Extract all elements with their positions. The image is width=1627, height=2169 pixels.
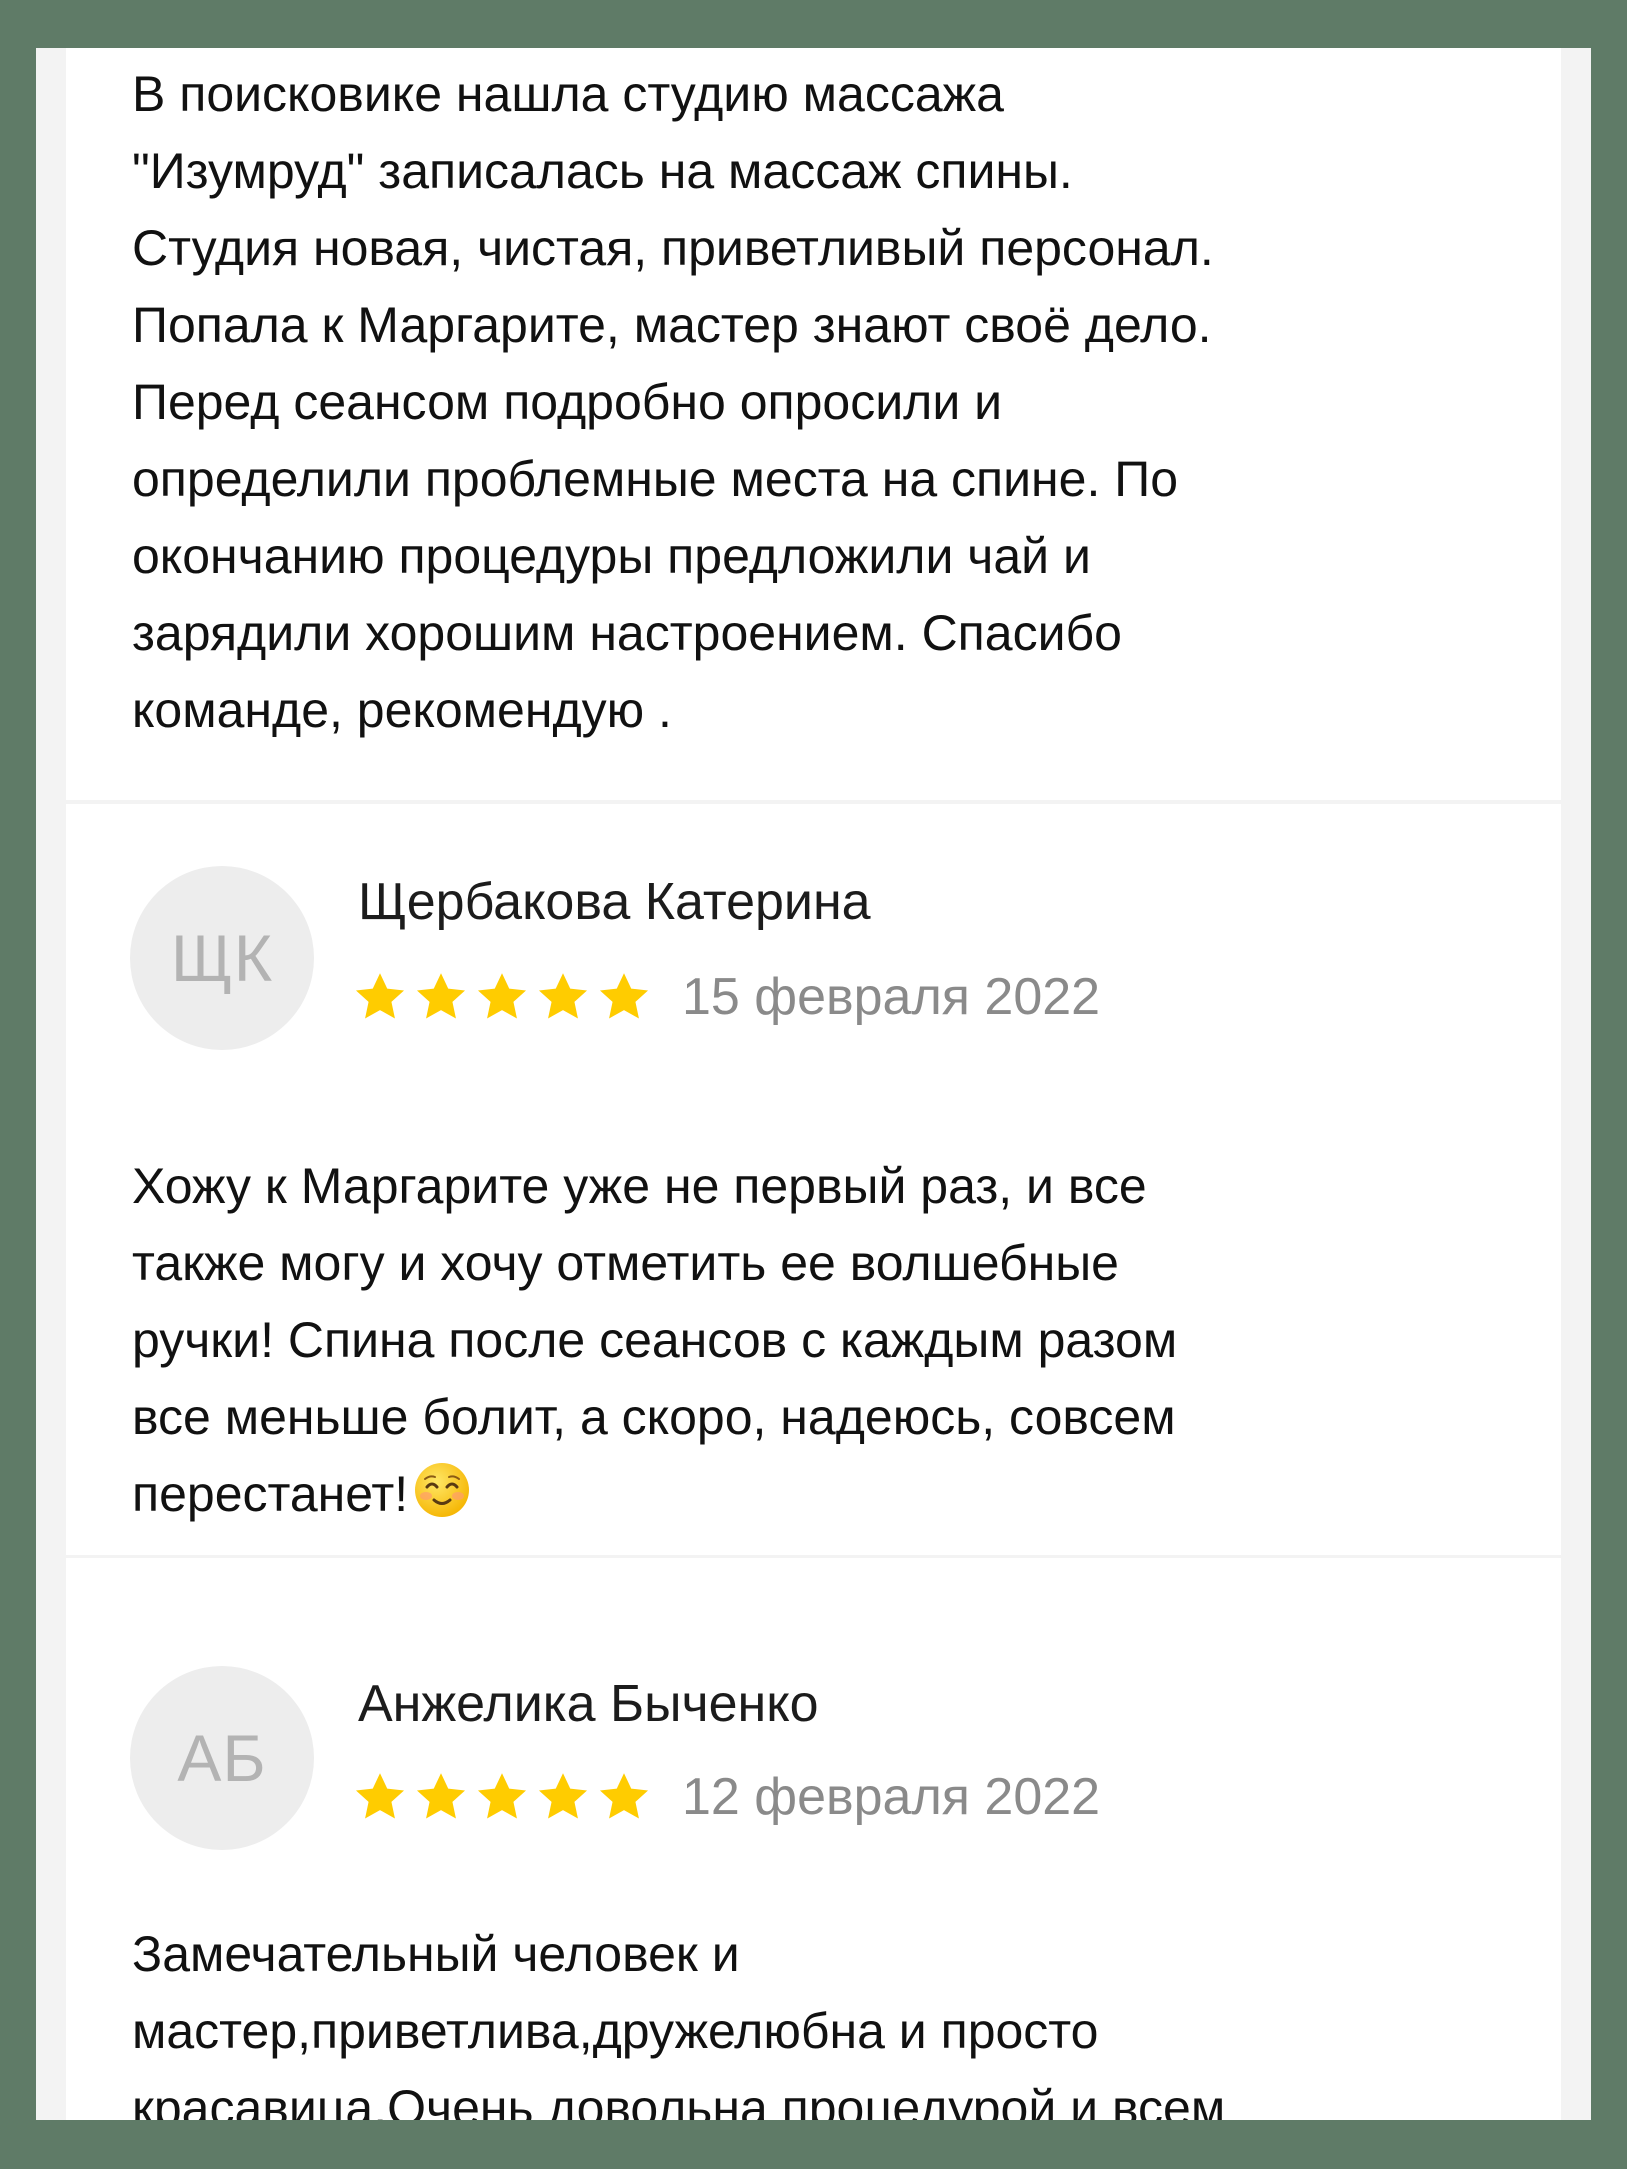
avatar-initials: АБ <box>177 1721 267 1795</box>
star-icon <box>599 973 649 1019</box>
avatar-initials: ЩК <box>170 921 274 995</box>
review-card: АБ Анжелика Быченко 12 февраля 2022 Заме… <box>66 1558 1561 2120</box>
review-author[interactable]: Анжелика Быченко <box>358 1674 819 1734</box>
star-icon <box>416 973 466 1019</box>
review-author[interactable]: Щербакова Катерина <box>358 872 871 932</box>
star-icon <box>538 1773 588 1819</box>
review-card: В поисковике нашла студию массажа "Изумр… <box>66 48 1561 800</box>
review-date: 12 февраля 2022 <box>682 1768 1101 1826</box>
reviews-list[interactable]: В поисковике нашла студию массажа "Изумр… <box>36 48 1591 2120</box>
review-date: 15 февраля 2022 <box>682 968 1101 1026</box>
review-meta: 12 февраля 2022 <box>352 1762 1100 1832</box>
review-text-body: Хожу к Маргарите уже не первый раз, и вс… <box>132 1158 1178 1522</box>
review-text: Хожу к Маргарите уже не первый раз, и вс… <box>132 1148 1552 1542</box>
star-rating <box>352 969 652 1025</box>
avatar[interactable]: ЩК <box>130 866 314 1050</box>
star-icon <box>477 973 527 1019</box>
smiling-face-icon <box>412 1460 472 1542</box>
star-icon <box>355 1773 405 1819</box>
star-icon <box>599 1773 649 1819</box>
review-text: В поисковике нашла студию массажа "Изумр… <box>132 66 1214 738</box>
star-rating <box>352 1769 652 1825</box>
review-card: ЩК Щербакова Катерина 15 февраля 2022 Хо… <box>66 804 1561 1555</box>
star-icon <box>355 973 405 1019</box>
review-meta: 15 февраля 2022 <box>352 962 1100 1032</box>
star-icon <box>477 1773 527 1819</box>
star-icon <box>538 973 588 1019</box>
avatar[interactable]: АБ <box>130 1666 314 1850</box>
review-text: Замечательный человек и мастер,приветлив… <box>132 1926 1226 2120</box>
star-icon <box>416 1773 466 1819</box>
